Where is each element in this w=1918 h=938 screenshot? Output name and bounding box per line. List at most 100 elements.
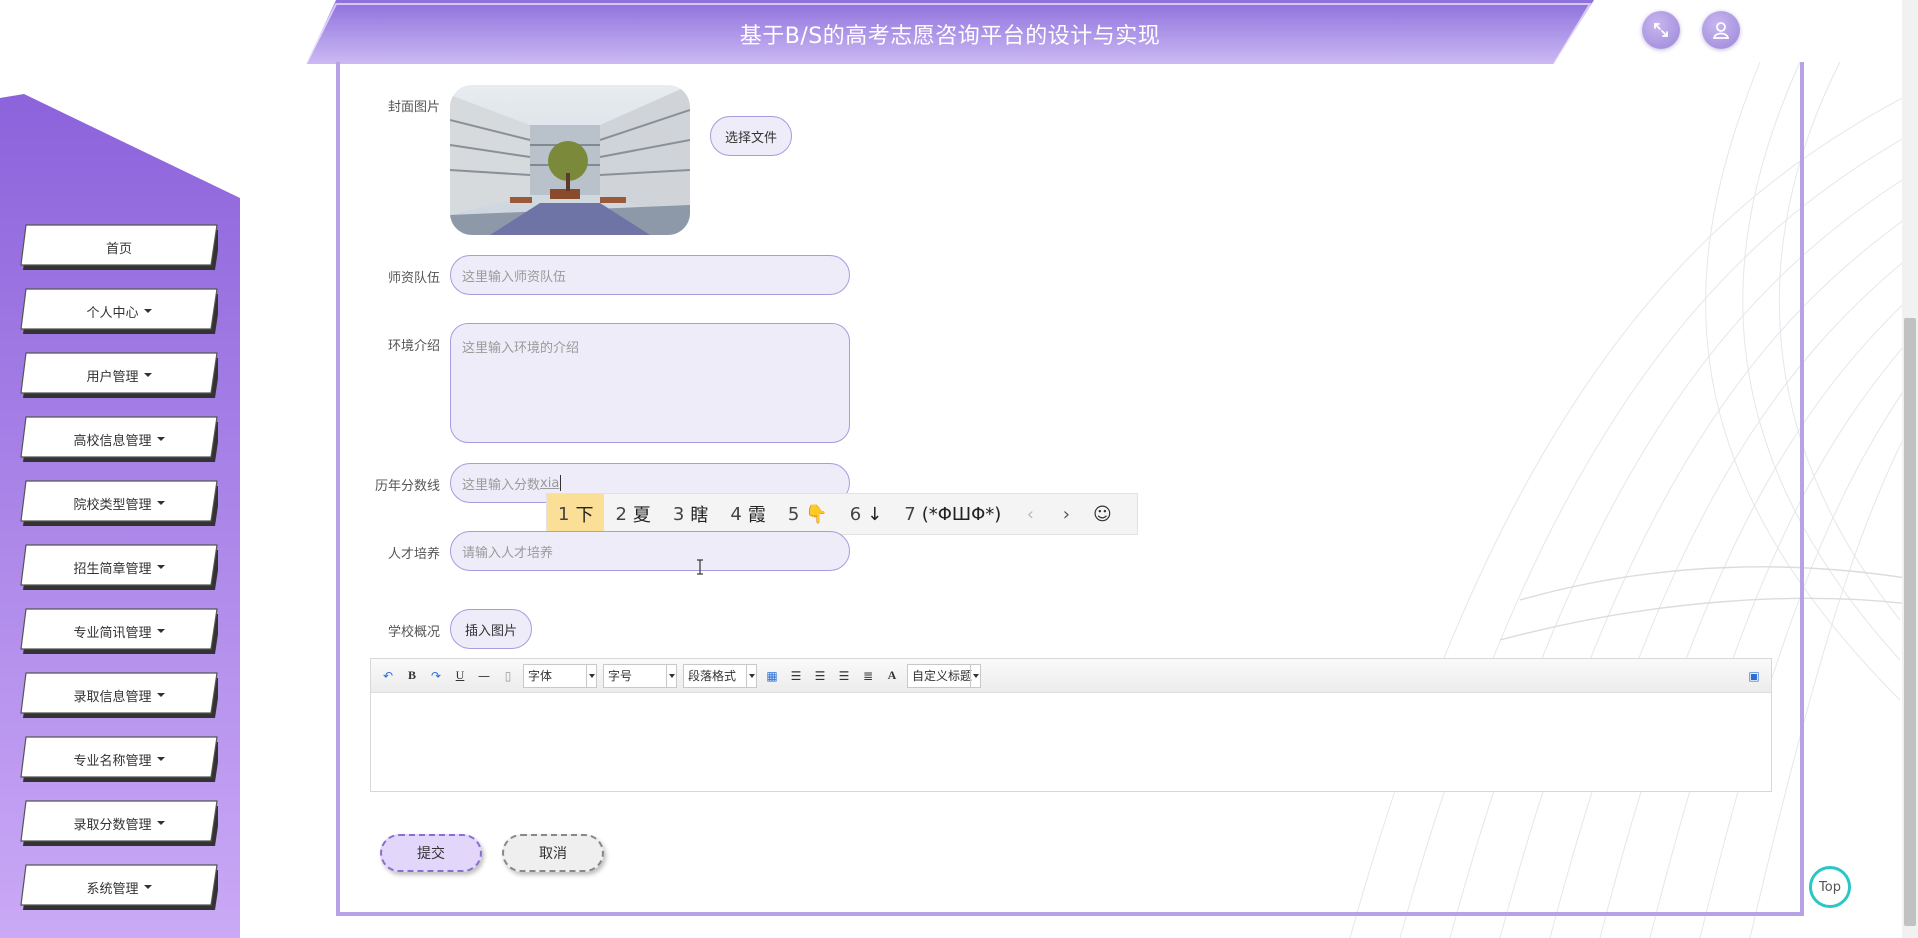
score-lines-label: 历年分数线 <box>374 479 440 494</box>
caret-down-icon <box>156 437 165 441</box>
sidebar-item-0[interactable]: 首页 <box>20 224 218 270</box>
caret-down-icon <box>156 821 165 825</box>
align-center-icon[interactable]: ☰ <box>835 667 853 685</box>
paragraph-select[interactable]: 段落格式 <box>683 663 757 688</box>
caret-down-icon <box>156 501 165 505</box>
ime-candidate[interactable]: 6 ↓ <box>839 494 894 534</box>
ime-candidate-number: 4 <box>730 503 742 525</box>
sidebar-item-9[interactable]: 录取分数管理 <box>20 800 218 846</box>
ime-candidate[interactable]: 7 (*ΦШΦ*) <box>893 494 1012 534</box>
underline-icon[interactable]: U <box>451 667 469 685</box>
talent-input[interactable]: 请输入人才培养 <box>450 531 850 571</box>
ime-candidate-number: 5 <box>787 503 800 525</box>
user-menu-button[interactable] <box>1702 11 1740 49</box>
fullscreen-icon <box>1654 23 1668 37</box>
cover-label: 封面图片 <box>387 100 440 115</box>
sidebar-item-label: 用户管理 <box>86 369 139 385</box>
cancel-button[interactable]: 取消 <box>502 834 604 872</box>
sidebar-item-4[interactable]: 院校类型管理 <box>20 480 218 526</box>
choose-file-button[interactable]: 选择文件 <box>710 116 792 156</box>
ime-candidate-text: 瞎 <box>690 505 709 526</box>
horizontal-rule-icon[interactable]: — <box>475 667 493 685</box>
ime-emoji-icon[interactable]: ☺ <box>1084 494 1120 534</box>
size-select-value: 字号 <box>608 669 633 683</box>
table-icon[interactable]: ▦ <box>763 667 781 685</box>
font-select-value: 字体 <box>528 669 553 683</box>
sidebar-item-10[interactable]: 系统管理 <box>20 864 218 910</box>
ime-candidate-text: (*ΦШΦ*) <box>921 503 1002 525</box>
ime-candidate-bar: 1 下 2 夏 3 瞎 4 霞 5 👇 6 ↓ 7 (*ΦШΦ*) ‹ › ☺ <box>546 493 1138 535</box>
rich-text-editor: ↶ B ↷ U — ▯ 字体 字号 段落格式 ▦ ☰ ☰ ☰ ≣ A 自定义标题… <box>370 658 1772 792</box>
sidebar-item-5[interactable]: 招生简章管理 <box>20 544 218 590</box>
custom-title-select[interactable]: 自定义标题 <box>907 663 981 688</box>
ime-candidate[interactable]: 5 👇 <box>777 494 839 534</box>
ime-candidate-text: 夏 <box>632 505 651 526</box>
align-justify-icon[interactable]: ≣ <box>859 667 877 685</box>
cover-image <box>450 85 690 235</box>
back-to-top-button[interactable]: Top <box>1809 866 1851 908</box>
user-icon <box>1712 22 1730 39</box>
insert-image-button[interactable]: 插入图片 <box>450 609 532 649</box>
ime-next-page-icon[interactable]: › <box>1048 494 1084 534</box>
text-cursor-icon <box>697 559 703 575</box>
sidebar-item-2[interactable]: 用户管理 <box>20 352 218 398</box>
custom-title-value: 自定义标题 <box>912 669 973 683</box>
faculty-input[interactable]: 这里输入师资队伍 <box>450 255 850 295</box>
font-select[interactable]: 字体 <box>523 663 597 688</box>
paste-icon[interactable]: ▯ <box>499 667 517 685</box>
sidebar-item-label: 院校类型管理 <box>73 497 152 513</box>
sidebar-item-label: 个人中心 <box>86 305 139 321</box>
font-color-icon[interactable]: A <box>883 667 901 685</box>
editor-toolbar: ↶ B ↷ U — ▯ 字体 字号 段落格式 ▦ ☰ ☰ ☰ ≣ A 自定义标题… <box>371 659 1771 693</box>
caret-down-icon <box>156 693 165 697</box>
bold-icon[interactable]: B <box>403 667 421 685</box>
sidebar-item-1[interactable]: 个人中心 <box>20 288 218 334</box>
ime-candidate[interactable]: 2夏 <box>604 494 661 534</box>
submit-button[interactable]: 提交 <box>380 834 482 872</box>
undo-icon[interactable]: ↶ <box>379 667 397 685</box>
align-left-icon[interactable]: ☰ <box>787 667 805 685</box>
ime-candidate[interactable]: 3瞎 <box>662 494 719 534</box>
sidebar-item-label: 招生简章管理 <box>73 561 152 577</box>
sidebar-item-label: 录取分数管理 <box>73 817 152 833</box>
paragraph-select-value: 段落格式 <box>688 669 737 683</box>
ime-candidate-number: 3 <box>672 503 685 525</box>
ime-candidate-number: 1 <box>558 503 570 525</box>
ime-candidate-text: 👇 <box>805 503 828 525</box>
caret-down-icon <box>156 757 165 761</box>
page-scrollbar[interactable] <box>1902 0 1918 938</box>
caret-down-icon <box>143 373 152 377</box>
caret-down-icon <box>156 565 165 569</box>
sidebar-item-label: 专业简讯管理 <box>73 625 152 641</box>
overview-label: 学校概况 <box>387 625 440 640</box>
score-lines-placeholder: 这里输入分数 <box>462 477 541 493</box>
sidebar-item-3[interactable]: 高校信息管理 <box>20 416 218 462</box>
source-view-icon[interactable]: ▣ <box>1745 667 1763 685</box>
text-cursor <box>560 475 562 491</box>
align-right-icon[interactable]: ☰ <box>811 667 829 685</box>
sidebar-item-6[interactable]: 专业简讯管理 <box>20 608 218 654</box>
environment-textarea[interactable]: 这里输入环境的介绍 <box>450 323 850 443</box>
ime-composition-text: xia <box>540 475 560 491</box>
sidebar-item-7[interactable]: 录取信息管理 <box>20 672 218 718</box>
sidebar-item-label: 首页 <box>105 241 132 257</box>
environment-label: 环境介绍 <box>387 339 440 354</box>
ime-candidate-number: 6 <box>849 503 862 525</box>
redo-icon[interactable]: ↷ <box>427 667 445 685</box>
caret-down-icon <box>143 885 152 889</box>
ime-candidate-text: 下 <box>575 505 594 526</box>
fullscreen-button[interactable] <box>1642 11 1680 49</box>
sidebar-item-label: 系统管理 <box>86 881 139 897</box>
ime-candidate-number: 7 <box>904 503 916 525</box>
ime-candidate[interactable]: 1下 <box>547 494 605 534</box>
size-select[interactable]: 字号 <box>603 663 677 688</box>
editor-content-area[interactable] <box>371 693 1771 791</box>
ime-candidate-number: 2 <box>615 503 627 525</box>
talent-label: 人才培养 <box>387 547 440 562</box>
sidebar-item-label: 高校信息管理 <box>73 433 152 449</box>
sidebar-item-label: 录取信息管理 <box>73 689 152 705</box>
ime-candidate[interactable]: 4霞 <box>719 494 776 534</box>
scrollbar-thumb[interactable] <box>1904 318 1916 926</box>
ime-prev-page-icon[interactable]: ‹ <box>1012 494 1048 534</box>
sidebar-item-8[interactable]: 专业名称管理 <box>20 736 218 782</box>
